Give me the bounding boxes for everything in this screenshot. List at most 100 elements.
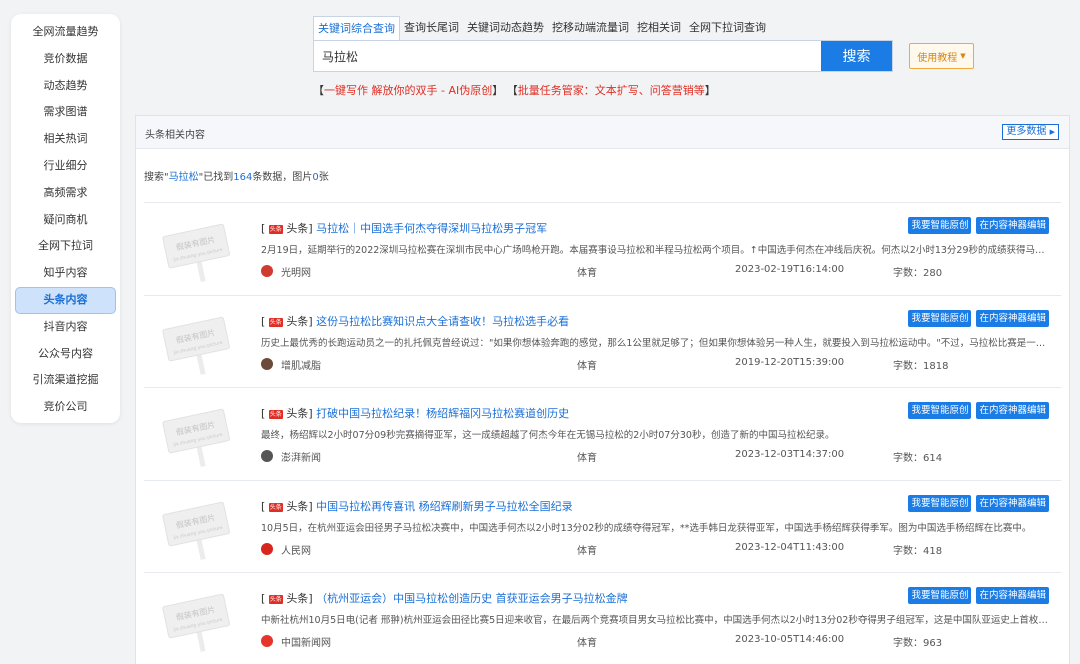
search-box: 搜索 (313, 40, 893, 72)
bracket: 【 (313, 84, 324, 97)
category: 体育 (577, 268, 597, 279)
result-title-line: [ 头条 头条] 马拉松｜中国选手何杰夺得深圳马拉松男子冠军 (261, 220, 547, 236)
category: 体育 (577, 360, 597, 372)
result-summary-text: 最终，杨绍辉以2小时07分09秒完赛摘得亚军，这一成绩超越了何杰今年在无锡马拉松… (261, 430, 835, 441)
sidebar-item[interactable]: 行业细分 (15, 153, 116, 180)
sidebar-item[interactable]: 抖音内容 (15, 314, 116, 341)
placeholder-sign-icon: 假装有图片jia zhuang you picture (162, 316, 230, 375)
result-meta: 中国新闻网 体育 2023-10-05T14:46:00 字数：963 (261, 634, 1051, 649)
sidebar-item[interactable]: 头条内容 (15, 286, 116, 314)
search-tab[interactable]: 关键词综合查询 (313, 16, 400, 40)
edit-in-tool-button[interactable]: 在内容神器编辑 (976, 587, 1049, 604)
search-tab[interactable]: 关键词动态趋势 (463, 16, 548, 40)
sidebar-item[interactable]: 引流渠道挖掘 (15, 367, 116, 394)
media-logo-icon (261, 542, 273, 555)
result-title-link[interactable]: 马拉松｜中国选手何杰夺得深圳马拉松男子冠军 (316, 222, 547, 235)
result-list: 假装有图片 jia zhuang you picture [ 头条 头条] 马拉松｜… (144, 202, 1061, 664)
result-meta: 澎湃新闻 体育 2023-12-03T14:37:00 字数：614 (261, 449, 1051, 464)
category: 体育 (577, 638, 597, 649)
result-item: 假装有图片 jia zhuang you picture [ 头条 头条] 这份马拉… (144, 294, 1061, 388)
result-actions: 我要智能原创 在内容神器编辑 (908, 402, 1049, 419)
result-title-line: [ 头条 头条] （杭州亚运会）中国马拉松创造历史 首获亚运会男子马拉松金牌 (261, 590, 628, 606)
placeholder-sign-icon: 假装有图片jia zhuang you picture (162, 223, 230, 282)
media-logo-icon (261, 635, 273, 647)
panel-title: 头条相关内容 (145, 130, 205, 141)
tutorial-dropdown-button[interactable]: 使用教程 ▼ (909, 43, 974, 69)
search-button[interactable]: 搜索 (821, 41, 892, 71)
smart-original-button[interactable]: 我要智能原创 (908, 309, 972, 327)
sidebar-item[interactable]: 公众号内容 (15, 341, 116, 368)
result-title-link[interactable]: 打破中国马拉松纪录！杨绍辉福冈马拉松赛道创历史 (316, 407, 569, 420)
edit-in-tool-button[interactable]: 在内容神器编辑 (976, 494, 1049, 512)
more-data-button[interactable]: 更多数据 ▶ (1002, 124, 1059, 140)
result-title-link[interactable]: 中国马拉松再传喜讯 杨绍辉刷新男子马拉松全国纪录 (316, 500, 573, 513)
summary-text: 条数据，图片 (252, 172, 313, 183)
media-name: 中国新闻网 (281, 638, 331, 649)
result-summary-text: 10月5日，在杭州亚运会田径男子马拉松决赛中，中国选手何杰以2小时13分02秒的… (261, 522, 1032, 534)
sidebar-item[interactable]: 竞价公司 (15, 394, 116, 421)
bracket: ] (308, 592, 317, 605)
placeholder-image: 假装有图片 jia zhuang you picture (160, 309, 234, 377)
category: 体育 (577, 453, 597, 464)
bracket: [ (261, 592, 269, 605)
result-title-link[interactable]: （杭州亚运会）中国马拉松创造历史 首获亚运会男子马拉松金牌 (316, 592, 628, 605)
result-item: 假装有图片 jia zhuang you picture [ 头条 头条] 打破中国… (144, 387, 1061, 480)
edit-in-tool-button[interactable]: 在内容神器编辑 (976, 217, 1049, 234)
publish-date: 2023-12-03T14:37:00 (735, 449, 845, 460)
search-tab[interactable]: 挖移动端流量词 (548, 16, 633, 40)
media-name: 增肌减脂 (281, 360, 321, 372)
sidebar-item[interactable]: 疑问商机 (15, 207, 116, 234)
search-tabs: 关键词综合查询 查询长尾词 关键词动态趋势 挖移动端流量词 挖相关词 全网下拉词查询 (313, 16, 770, 40)
category: 体育 (577, 545, 597, 557)
result-title-line: [ 头条 头条] 打破中国马拉松纪录！杨绍辉福冈马拉松赛道创历史 (261, 405, 569, 421)
result-summary-text: 中新社杭州10月5日电(记者 邢翀)杭州亚运会田径比赛5日迎来收官，在最后两个竞… (261, 615, 1051, 626)
search-tab[interactable]: 挖相关词 (633, 16, 685, 40)
source-label: 头条 (286, 314, 309, 328)
sidebar-item[interactable]: 高频需求 (15, 180, 116, 207)
search-tab[interactable]: 查询长尾词 (400, 16, 463, 40)
sidebar-item[interactable]: 知乎内容 (15, 260, 116, 287)
ai-writing-link[interactable]: 一键写作 解放你的双手 - AI伪原创 (324, 84, 492, 97)
sidebar-item[interactable]: 需求图谱 (15, 99, 116, 126)
bracket: [ (261, 407, 269, 420)
toutiao-badge: 头条 (268, 317, 283, 327)
smart-original-button[interactable]: 我要智能原创 (908, 587, 972, 604)
placeholder-sign-icon: 假装有图片jia zhuang you picture (162, 593, 230, 652)
result-count: 164 (233, 172, 253, 183)
word-count: 字数：1818 (893, 360, 949, 372)
placeholder-sign-icon: 假装有图片jia zhuang you picture (162, 501, 230, 560)
sidebar-item[interactable]: 动态趋势 (15, 73, 116, 100)
result-meta: 人民网 体育 2023-12-04T11:43:00 字数：418 (261, 542, 1051, 557)
search-tab[interactable]: 全网下拉词查询 (685, 16, 770, 40)
smart-original-button[interactable]: 我要智能原创 (908, 402, 972, 419)
sidebar-item[interactable]: 全网流量趋势 (15, 19, 116, 46)
sidebar-item[interactable]: 相关热词 (15, 126, 116, 153)
smart-original-button[interactable]: 我要智能原创 (908, 217, 972, 234)
media-name: 澎湃新闻 (281, 453, 321, 464)
bracket: ] (308, 222, 317, 235)
result-title-link[interactable]: 这份马拉松比赛知识点大全请查收！马拉松选手必看 (316, 315, 569, 328)
source-label: 头条 (286, 592, 309, 605)
summary-text: 搜索" (144, 172, 169, 183)
result-meta: 增肌减脂 体育 2019-12-20T15:39:00 字数：1818 (261, 357, 1051, 372)
summary-text: "已找到 (198, 172, 234, 183)
bracket: ] (308, 499, 317, 513)
edit-in-tool-button[interactable]: 在内容神器编辑 (976, 402, 1049, 419)
bracket: 】 (492, 84, 504, 97)
source-label: 头条 (286, 222, 309, 235)
media-name: 光明网 (281, 268, 311, 279)
sidebar-item[interactable]: 竞价数据 (15, 46, 116, 73)
sidebar-item[interactable]: 全网下拉词 (15, 233, 116, 260)
bracket: ] (308, 407, 317, 420)
edit-in-tool-button[interactable]: 在内容神器编辑 (976, 309, 1049, 327)
toutiao-badge: 头条 (268, 410, 283, 419)
batch-task-link[interactable]: 批量任务管家：文本扩写、问答营销等 (518, 84, 705, 97)
bracket: [ (261, 314, 269, 328)
placeholder-image: 假装有图片 jia zhuang you picture (160, 401, 234, 469)
result-actions: 我要智能原创 在内容神器编辑 (908, 494, 1049, 512)
smart-original-button[interactable]: 我要智能原创 (908, 494, 972, 512)
result-summary-text: 历史上最优秀的长跑运动员之一的扎托佩克曾经说过："如果你想体验奔跑的感觉，那么1… (261, 337, 1051, 349)
result-item: 假装有图片 jia zhuang you picture [ 头条 头条] （杭州亚… (144, 572, 1061, 664)
search-input[interactable] (314, 41, 821, 71)
word-count: 字数：418 (893, 545, 943, 557)
